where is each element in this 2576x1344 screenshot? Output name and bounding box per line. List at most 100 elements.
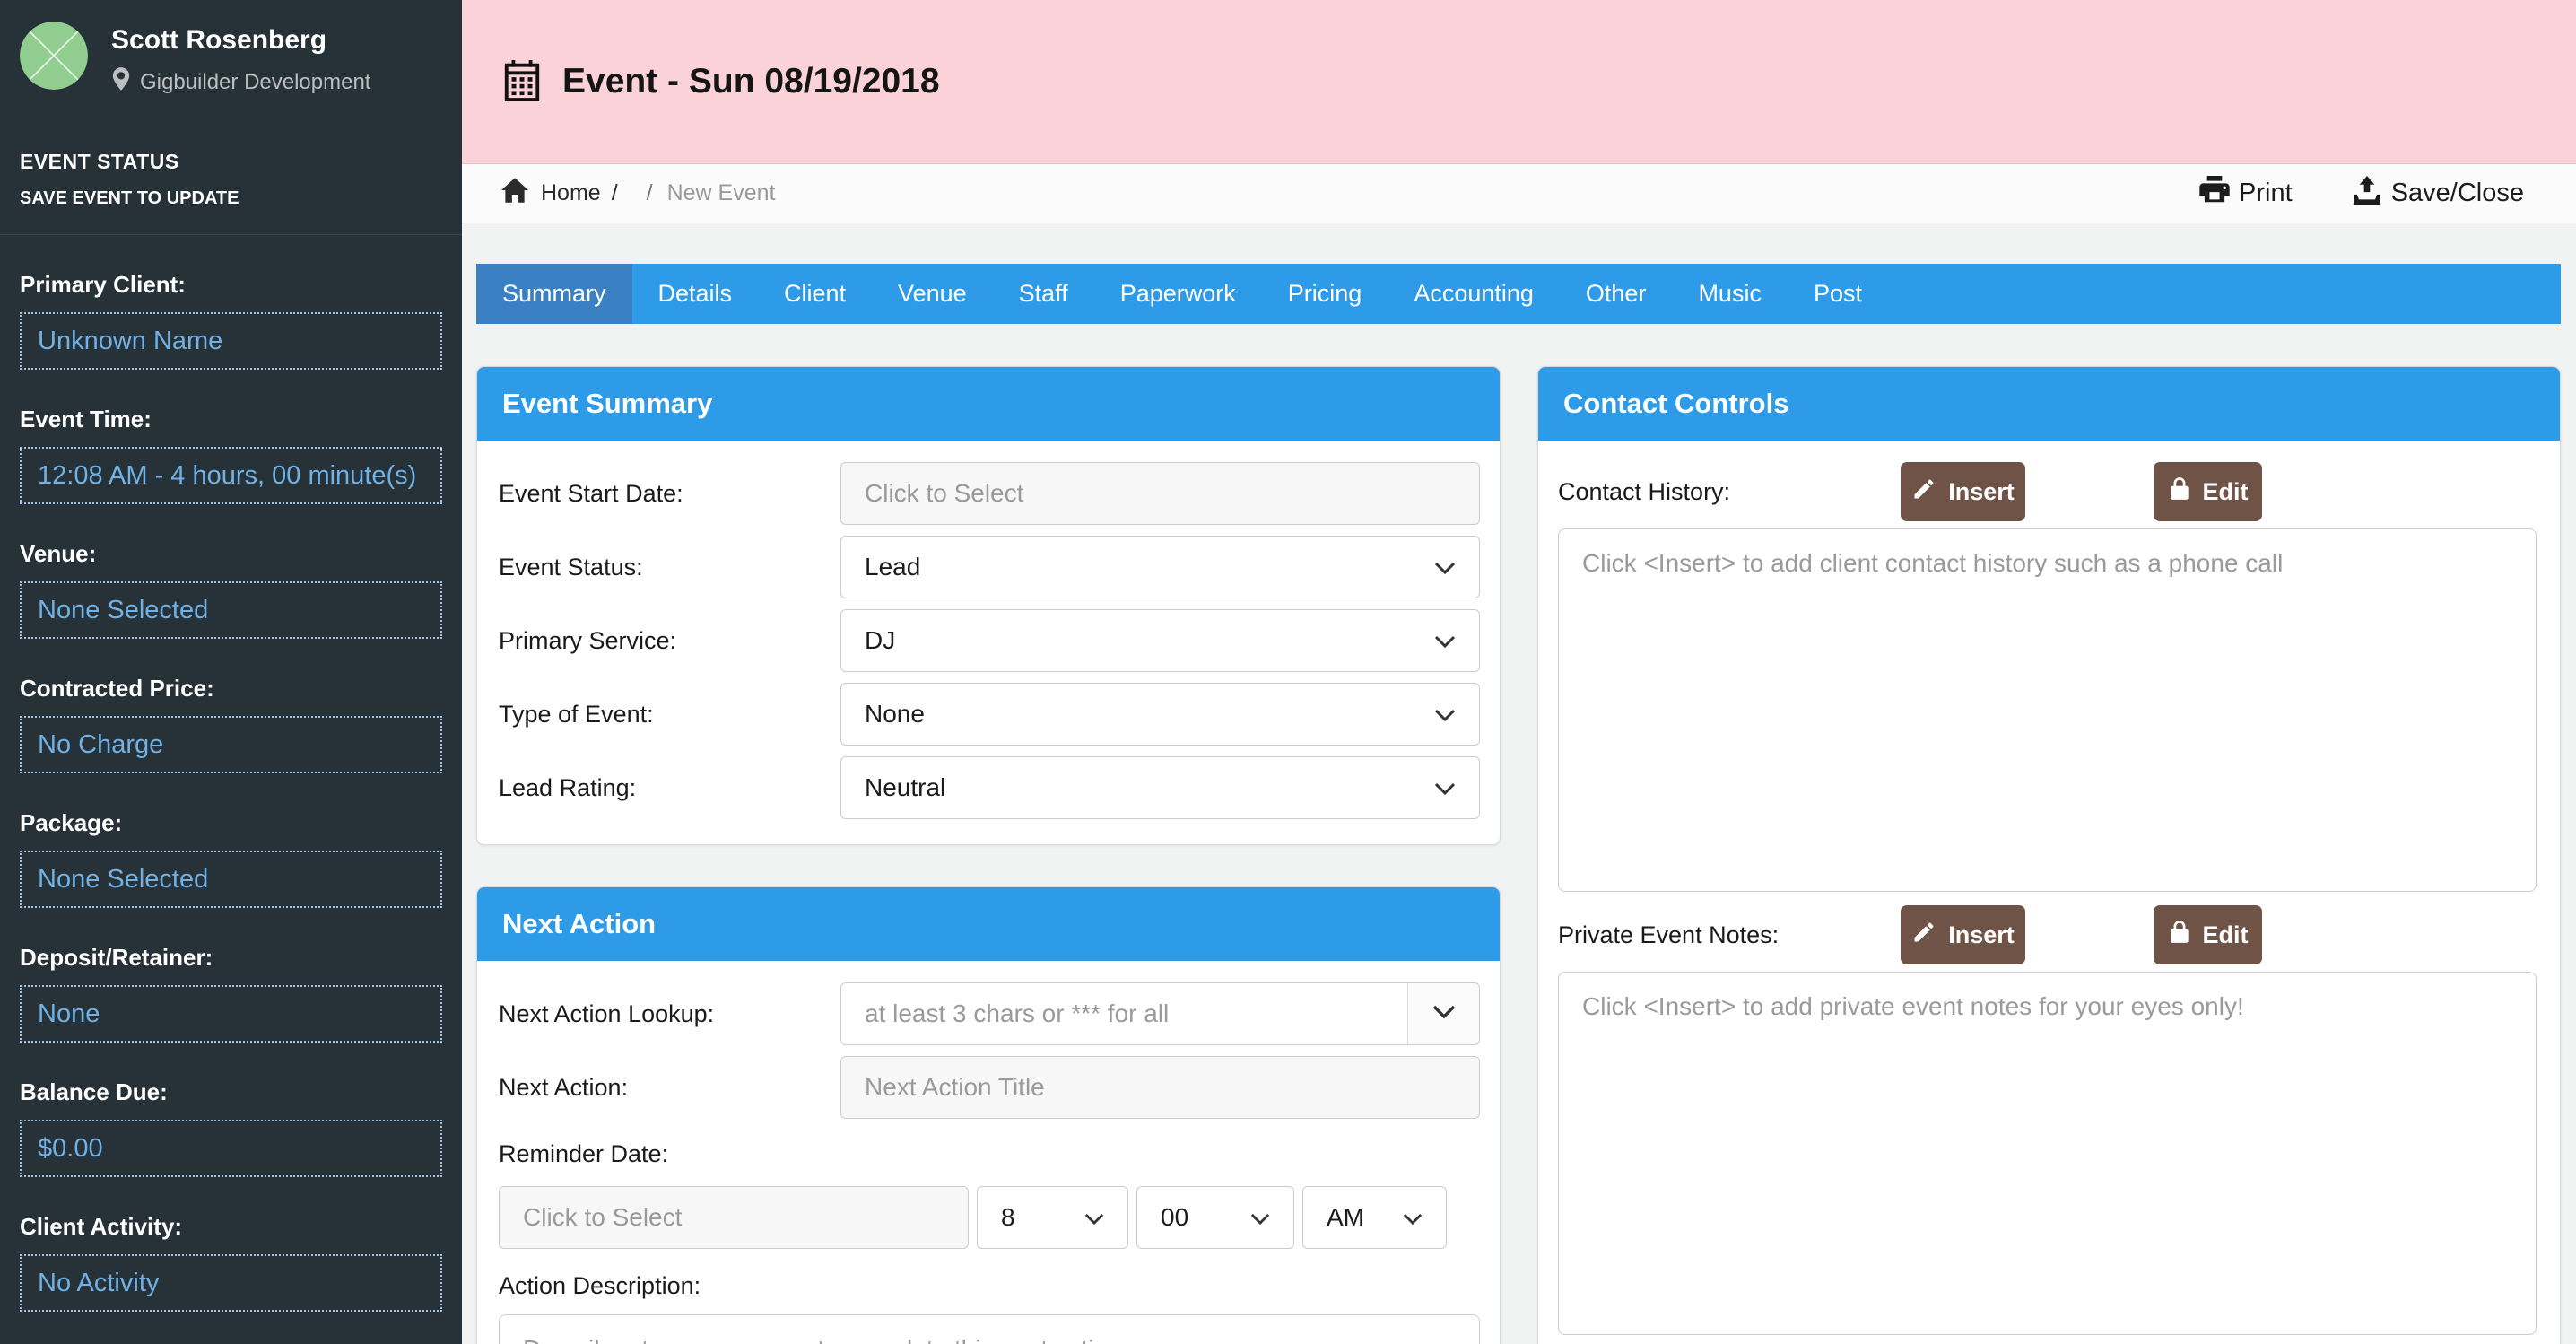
tab-pricing[interactable]: Pricing: [1262, 264, 1388, 324]
contact-history-textarea[interactable]: [1558, 528, 2537, 892]
save-close-button[interactable]: Save/Close: [2352, 176, 2524, 212]
field-value[interactable]: 12:08 AM - 4 hours, 00 minute(s): [20, 447, 442, 504]
private-event-notes-label: Private Event Notes:: [1558, 921, 1901, 949]
contact-controls-panel: Contact Controls Contact History: Insert…: [1537, 366, 2561, 1344]
field-label: Client Activity:: [20, 1213, 442, 1241]
reminder-hour-select[interactable]: 8: [977, 1186, 1128, 1249]
primary-service-label: Primary Service:: [499, 627, 840, 655]
field-label: Primary Client:: [20, 271, 442, 299]
next-action-lookup-input[interactable]: [840, 982, 1408, 1045]
sidebar-field-client-activity: Client Activity: No Activity: [20, 1213, 442, 1312]
tab-paperwork[interactable]: Paperwork: [1094, 264, 1262, 324]
chevron-down-icon: [1403, 1203, 1423, 1232]
lead-rating-select[interactable]: Neutral: [840, 756, 1480, 819]
private-notes-edit-button[interactable]: Edit: [2154, 905, 2262, 964]
chevron-down-icon: [1084, 1203, 1104, 1232]
sidebar-field-event-time: Event Time: 12:08 AM - 4 hours, 00 minut…: [20, 406, 442, 504]
sidebar-field-balance-due: Balance Due: $0.00: [20, 1078, 442, 1177]
type-of-event-label: Type of Event:: [499, 701, 840, 729]
reminder-hour-value: 8: [1001, 1203, 1015, 1232]
sidebar-section-title: EVENT STATUS: [20, 150, 442, 174]
save-close-label: Save/Close: [2391, 179, 2524, 208]
reminder-minute-select[interactable]: 00: [1136, 1186, 1294, 1249]
pencil-icon: [1911, 920, 1936, 951]
breadcrumb-separator: /: [612, 180, 618, 206]
type-of-event-value: None: [865, 700, 925, 729]
print-icon: [2199, 176, 2230, 212]
edit-button-label: Edit: [2203, 921, 2249, 949]
private-notes-insert-button[interactable]: Insert: [1901, 905, 2025, 964]
private-event-notes-textarea[interactable]: [1558, 972, 2537, 1335]
next-action-panel: Next Action Next Action Lookup:: [476, 886, 1501, 1344]
next-action-lookup-dropdown-button[interactable]: [1407, 982, 1480, 1045]
tab-client[interactable]: Client: [758, 264, 872, 324]
field-label: Contracted Price:: [20, 675, 442, 703]
event-summary-panel: Event Summary Event Start Date: Event St…: [476, 366, 1501, 845]
tab-post[interactable]: Post: [1788, 264, 1888, 324]
field-value[interactable]: No Activity: [20, 1254, 442, 1312]
chevron-down-icon: [1432, 1005, 1456, 1024]
field-value[interactable]: Unknown Name: [20, 312, 442, 370]
insert-button-label: Insert: [1948, 921, 2015, 949]
sidebar-divider: [0, 234, 462, 235]
next-action-lookup-label: Next Action Lookup:: [499, 1000, 840, 1028]
pencil-icon: [1911, 476, 1936, 508]
action-description-label: Action Description:: [499, 1272, 1480, 1300]
lead-rating-value: Neutral: [865, 773, 945, 802]
sidebar-field-contracted-price: Contracted Price: No Charge: [20, 675, 442, 773]
avatar: [20, 22, 88, 90]
reminder-ampm-select[interactable]: AM: [1302, 1186, 1447, 1249]
action-description-textarea[interactable]: [499, 1314, 1480, 1344]
save-icon: [2352, 176, 2382, 212]
type-of-event-select[interactable]: None: [840, 683, 1480, 746]
contact-history-insert-button[interactable]: Insert: [1901, 462, 2025, 521]
reminder-date-input[interactable]: [499, 1186, 969, 1249]
content-area: Summary Details Client Venue Staff Paper…: [462, 224, 2576, 1344]
tab-venue[interactable]: Venue: [872, 264, 993, 324]
contact-controls-header: Contact Controls: [1538, 367, 2560, 441]
field-value[interactable]: None: [20, 985, 442, 1043]
sidebar-section-subtitle: SAVE EVENT TO UPDATE: [20, 188, 442, 209]
primary-service-select[interactable]: DJ: [840, 609, 1480, 672]
edit-button-label: Edit: [2203, 478, 2249, 506]
chevron-down-icon: [1434, 626, 1456, 655]
tab-staff[interactable]: Staff: [993, 264, 1094, 324]
print-button[interactable]: Print: [2199, 176, 2293, 212]
profile-card: Scott Rosenberg Gigbuilder Development: [0, 0, 462, 98]
lock-icon: [2168, 476, 2191, 508]
sidebar-field-deposit: Deposit/Retainer: None: [20, 944, 442, 1043]
tab-details[interactable]: Details: [632, 264, 759, 324]
field-label: Event Time:: [20, 406, 442, 433]
reminder-ampm-value: AM: [1327, 1203, 1364, 1232]
field-value[interactable]: None Selected: [20, 851, 442, 908]
event-summary-header: Event Summary: [477, 367, 1500, 441]
field-label: Venue:: [20, 540, 442, 568]
field-value[interactable]: $0.00: [20, 1120, 442, 1177]
field-value[interactable]: None Selected: [20, 581, 442, 639]
tab-summary[interactable]: Summary: [476, 264, 632, 324]
chevron-down-icon: [1434, 773, 1456, 802]
event-start-date-input[interactable]: [840, 462, 1480, 525]
event-status-label: Event Status:: [499, 554, 840, 581]
insert-button-label: Insert: [1948, 478, 2015, 506]
sidebar-field-package: Package: None Selected: [20, 809, 442, 908]
chevron-down-icon: [1434, 700, 1456, 729]
print-label: Print: [2239, 179, 2293, 208]
tab-music[interactable]: Music: [1672, 264, 1788, 324]
page-title: Event - Sun 08/19/2018: [562, 62, 940, 101]
event-status-select[interactable]: Lead: [840, 536, 1480, 598]
field-label: Package:: [20, 809, 442, 837]
breadcrumb-separator: /: [647, 180, 653, 206]
lead-rating-label: Lead Rating:: [499, 774, 840, 802]
sidebar-field-venue: Venue: None Selected: [20, 540, 442, 639]
event-start-date-label: Event Start Date:: [499, 480, 840, 508]
field-label: Balance Due:: [20, 1078, 442, 1106]
breadcrumb-home-label: Home: [541, 180, 601, 206]
reminder-minute-value: 00: [1161, 1203, 1188, 1232]
breadcrumb-home[interactable]: Home: [501, 178, 601, 209]
tab-other[interactable]: Other: [1560, 264, 1673, 324]
field-value[interactable]: No Charge: [20, 716, 442, 773]
next-action-title-input[interactable]: [840, 1056, 1480, 1119]
contact-history-edit-button[interactable]: Edit: [2154, 462, 2262, 521]
tab-accounting[interactable]: Accounting: [1388, 264, 1560, 324]
